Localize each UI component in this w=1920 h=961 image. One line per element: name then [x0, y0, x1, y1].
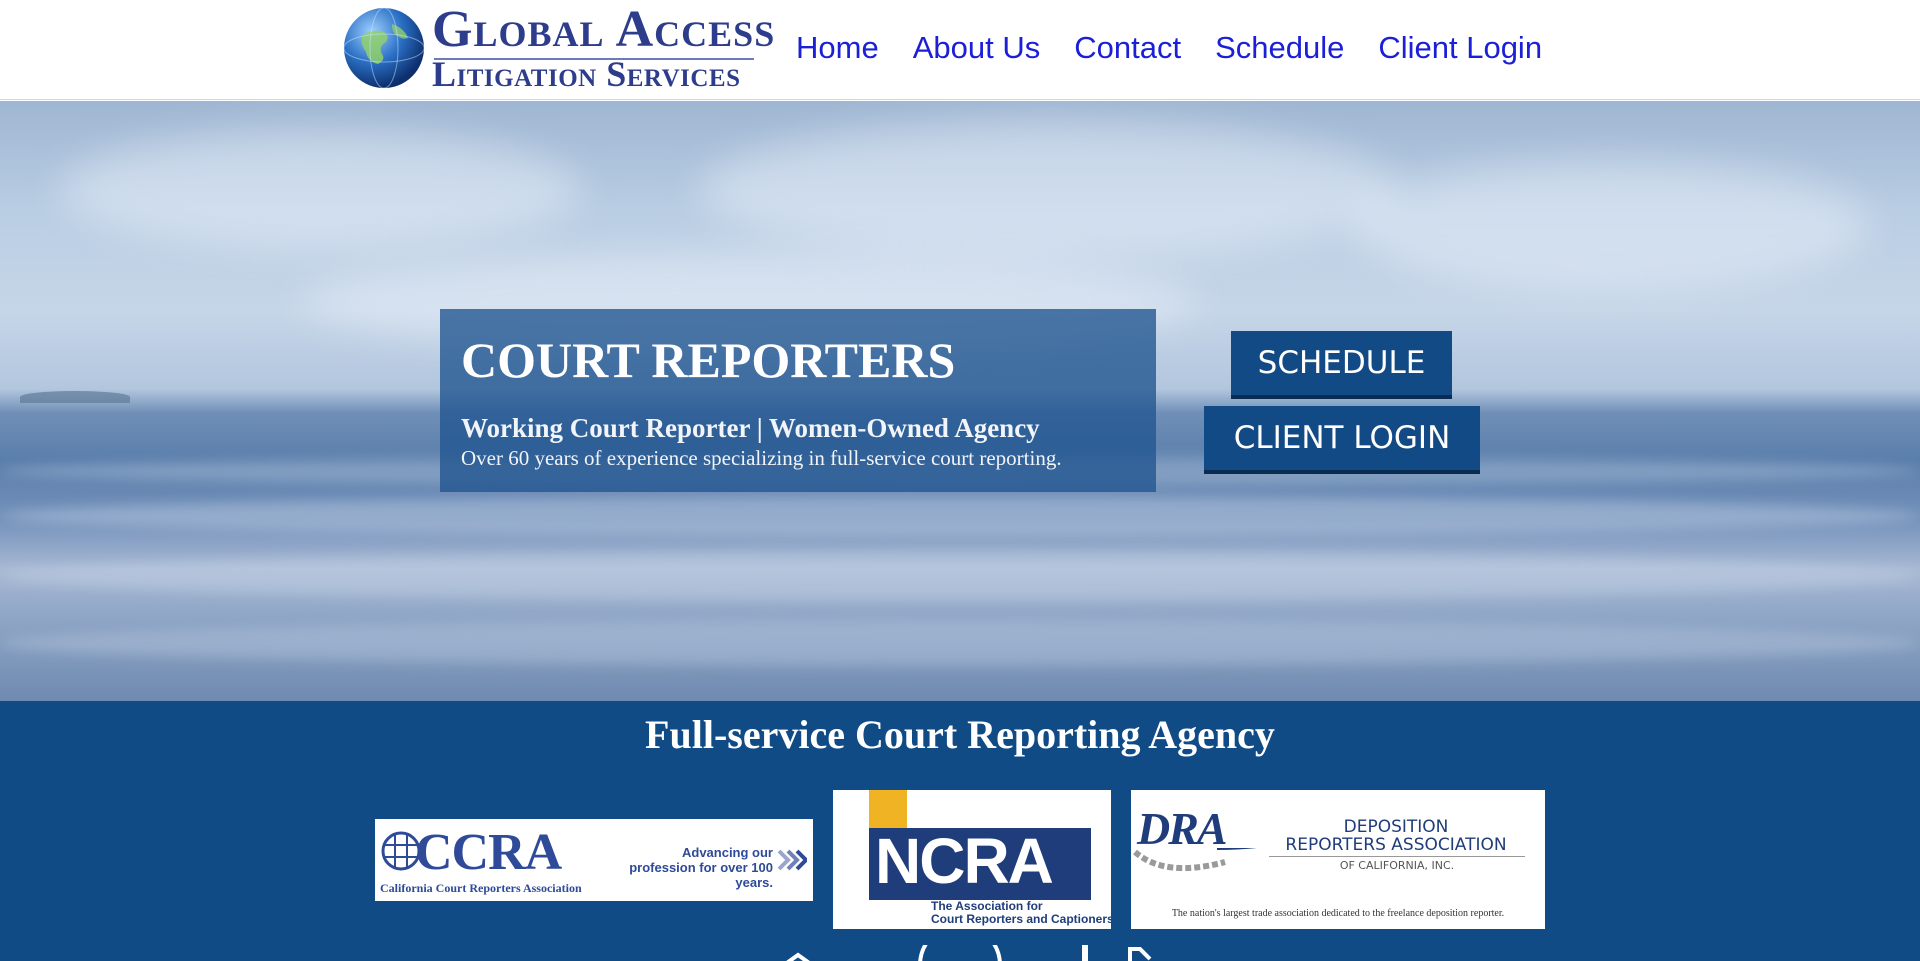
dra-footer: The nation's largest trade association d… — [1171, 908, 1505, 919]
main-nav: Home About Us Contact Schedule Client Lo… — [796, 30, 1542, 66]
site-logo[interactable]: Global Access Litigation Services — [342, 4, 774, 94]
nav-client-login[interactable]: Client Login — [1378, 30, 1542, 66]
ccra-tagline: Advancing our profession for over 100 ye… — [629, 845, 773, 890]
site-header: Global Access Litigation Services Home A… — [0, 0, 1920, 100]
ncra-badge[interactable]: NCRA The Association for Court Reporters… — [833, 790, 1111, 929]
nav-contact[interactable]: Contact — [1074, 30, 1181, 66]
chevron-right-icon — [777, 849, 807, 871]
globe-icon — [343, 7, 425, 89]
nav-schedule[interactable]: Schedule — [1215, 30, 1344, 66]
partial-icons-row — [786, 945, 1152, 961]
band-title: Full-service Court Reporting Agency — [645, 712, 1275, 757]
home-icon — [786, 952, 810, 961]
wave — [0, 551, 1920, 601]
ncra-mark: NCRA — [875, 825, 1054, 897]
logo-line-2: Litigation Services — [432, 54, 741, 94]
ccra-full-name: California Court Reporters Association — [380, 881, 582, 895]
hero-subtitle: Working Court Reporter | Women-Owned Age… — [461, 413, 1040, 443]
ccra-badge[interactable]: CCRA California Court Reporters Associat… — [375, 819, 813, 901]
hero-title: COURT REPORTERS — [461, 332, 956, 388]
wave — [0, 621, 1920, 666]
nav-about-us[interactable]: About Us — [913, 30, 1041, 66]
hero-description: Over 60 years of experience specializing… — [461, 446, 1062, 470]
logo-line-1: Global Access — [432, 1, 776, 58]
dra-badge[interactable]: DRA DEPOSITION REPORTERS ASSOCIATION OF … — [1131, 790, 1545, 929]
cloud — [700, 121, 1400, 261]
wave — [0, 496, 1920, 536]
ccra-mark: CCRA — [415, 824, 562, 881]
ncra-subtitle-2: Court Reporters and Captioners — [931, 912, 1111, 926]
pen-icon — [1082, 945, 1088, 961]
nav-home[interactable]: Home — [796, 30, 879, 66]
dra-name-line-1: DEPOSITION — [1343, 817, 1449, 837]
document-icon — [1128, 947, 1152, 961]
dra-inc: OF CALIFORNIA, INC. — [1269, 856, 1525, 872]
monitor-icon — [918, 945, 1002, 961]
agency-band: Full-service Court Reporting Agency CCRA… — [0, 701, 1920, 961]
cloud — [60, 131, 580, 251]
distant-island — [20, 391, 130, 403]
cloud — [1350, 161, 1870, 291]
dra-name-line-2: REPORTERS ASSOCIATION — [1285, 835, 1507, 855]
schedule-button[interactable]: SCHEDULE — [1231, 331, 1452, 395]
hero-info-box: COURT REPORTERS Working Court Reporter |… — [440, 309, 1156, 492]
swoosh-icon — [1133, 848, 1258, 872]
client-login-button[interactable]: CLIENT LOGIN — [1204, 406, 1480, 470]
